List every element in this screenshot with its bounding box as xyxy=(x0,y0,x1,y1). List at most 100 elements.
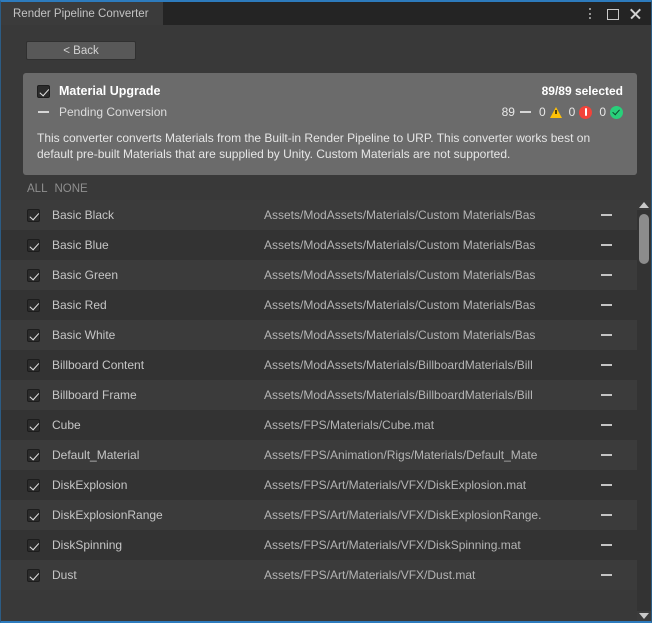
list-item-status xyxy=(599,334,613,336)
tab-render-pipeline-converter[interactable]: Render Pipeline Converter xyxy=(1,2,164,25)
list-item-path: Assets/ModAssets/Materials/Custom Materi… xyxy=(264,208,599,222)
list-item-path: Assets/ModAssets/Materials/Custom Materi… xyxy=(264,268,599,282)
list-item[interactable]: DiskExplosionAssets/FPS/Art/Materials/VF… xyxy=(1,470,637,500)
list-item-path: Assets/ModAssets/Materials/BillboardMate… xyxy=(264,388,599,402)
material-list: Basic BlackAssets/ModAssets/Materials/Cu… xyxy=(1,200,637,621)
title-bar: Render Pipeline Converter xyxy=(1,2,651,25)
list-item-status xyxy=(599,424,613,426)
list-item[interactable]: Default_MaterialAssets/FPS/Animation/Rig… xyxy=(1,440,637,470)
selection-links: ALL NONE xyxy=(1,175,651,200)
list-item-checkbox[interactable] xyxy=(27,569,40,582)
converter-title-group: Material Upgrade xyxy=(37,84,160,98)
list-item-checkbox[interactable] xyxy=(27,389,40,402)
list-item-name: Cube xyxy=(52,418,264,432)
warning-triangle-icon xyxy=(550,107,562,118)
pending-dash-icon xyxy=(601,574,612,576)
list-item[interactable]: CubeAssets/FPS/Materials/Cube.mat xyxy=(1,410,637,440)
list-item-checkbox[interactable] xyxy=(27,209,40,222)
list-item-name: Basic Black xyxy=(52,208,264,222)
material-list-wrap: Basic BlackAssets/ModAssets/Materials/Cu… xyxy=(1,200,651,621)
list-item-checkbox[interactable] xyxy=(27,419,40,432)
scrollbar-thumb[interactable] xyxy=(639,214,649,264)
list-item-name: Billboard Content xyxy=(52,358,264,372)
list-item-path: Assets/FPS/Art/Materials/VFX/Dust.mat xyxy=(264,568,599,582)
list-item[interactable]: Billboard FrameAssets/ModAssets/Material… xyxy=(1,380,637,410)
select-all-link[interactable]: ALL xyxy=(27,183,47,195)
list-item-name: DiskExplosion xyxy=(52,478,264,492)
pending-dash-icon xyxy=(601,514,612,516)
list-item[interactable]: Basic BlueAssets/ModAssets/Materials/Cus… xyxy=(1,230,637,260)
pending-status-icon xyxy=(520,111,531,113)
pending-dash-icon xyxy=(601,214,612,216)
list-item-path: Assets/FPS/Animation/Rigs/Materials/Defa… xyxy=(264,448,599,462)
pending-dash-icon xyxy=(601,424,612,426)
converter-panel: Material Upgrade 89/89 selected Pending … xyxy=(23,73,637,175)
list-item-status xyxy=(599,544,613,546)
list-item[interactable]: Basic WhiteAssets/ModAssets/Materials/Cu… xyxy=(1,320,637,350)
success-check-icon xyxy=(610,106,623,119)
list-item-name: Basic Red xyxy=(52,298,264,312)
list-item[interactable]: Basic BlackAssets/ModAssets/Materials/Cu… xyxy=(1,200,637,230)
render-pipeline-converter-window: Render Pipeline Converter < Back Materia… xyxy=(0,0,652,623)
list-item[interactable]: DiskExplosionRangeAssets/FPS/Art/Materia… xyxy=(1,500,637,530)
list-item-status xyxy=(599,394,613,396)
pending-dash-icon xyxy=(601,244,612,246)
back-button[interactable]: < Back xyxy=(26,41,136,60)
list-item-checkbox[interactable] xyxy=(27,269,40,282)
scroll-down-arrow-icon[interactable] xyxy=(639,613,649,619)
list-item-checkbox[interactable] xyxy=(27,479,40,492)
list-item[interactable]: Basic GreenAssets/ModAssets/Materials/Cu… xyxy=(1,260,637,290)
status-warning: 0 xyxy=(539,105,562,119)
list-item[interactable]: DiskSpinningAssets/FPS/Art/Materials/VFX… xyxy=(1,530,637,560)
list-item-status xyxy=(599,304,613,306)
pending-dash-icon xyxy=(601,394,612,396)
list-item-name: Dust xyxy=(52,568,264,582)
selected-count-label: 89/89 selected xyxy=(542,84,623,98)
window-body: < Back Material Upgrade 89/89 selected P… xyxy=(1,25,651,621)
list-item[interactable]: Basic RedAssets/ModAssets/Materials/Cust… xyxy=(1,290,637,320)
list-item-name: Default_Material xyxy=(52,448,264,462)
list-item-name: DiskExplosionRange xyxy=(52,508,264,522)
list-item-path: Assets/FPS/Materials/Cube.mat xyxy=(264,418,599,432)
list-item-name: Basic Green xyxy=(52,268,264,282)
scroll-up-arrow-icon[interactable] xyxy=(639,202,649,208)
converter-header-row: Material Upgrade 89/89 selected xyxy=(37,84,623,98)
list-item-checkbox[interactable] xyxy=(27,329,40,342)
converter-description: This converter converts Materials from t… xyxy=(37,130,617,162)
list-item-path: Assets/FPS/Art/Materials/VFX/DiskSpinnin… xyxy=(264,538,599,552)
scrollbar-track[interactable] xyxy=(637,210,651,611)
tab-label: Render Pipeline Converter xyxy=(13,8,149,20)
pending-dash-icon xyxy=(601,274,612,276)
list-item[interactable]: DustAssets/FPS/Art/Materials/VFX/Dust.ma… xyxy=(1,560,637,590)
converter-title: Material Upgrade xyxy=(59,84,160,98)
list-item[interactable]: Billboard ContentAssets/ModAssets/Materi… xyxy=(1,350,637,380)
pending-dash-icon xyxy=(601,304,612,306)
pending-dash-icon xyxy=(601,484,612,486)
list-item-checkbox[interactable] xyxy=(27,509,40,522)
list-item-checkbox[interactable] xyxy=(27,299,40,312)
list-item-path: Assets/ModAssets/Materials/Custom Materi… xyxy=(264,298,599,312)
more-options-icon[interactable] xyxy=(583,6,596,21)
list-item-name: DiskSpinning xyxy=(52,538,264,552)
list-item-status xyxy=(599,574,613,576)
pending-dash-icon xyxy=(601,364,612,366)
list-item-status xyxy=(599,454,613,456)
warning-count: 0 xyxy=(539,105,546,119)
list-item-checkbox[interactable] xyxy=(27,449,40,462)
material-upgrade-checkbox[interactable] xyxy=(37,85,50,98)
pending-label-group: Pending Conversion xyxy=(37,105,167,119)
status-error: 0 xyxy=(569,105,593,119)
maximize-icon[interactable] xyxy=(606,6,619,21)
list-item-checkbox[interactable] xyxy=(27,239,40,252)
list-item-path: Assets/FPS/Art/Materials/VFX/DiskExplosi… xyxy=(264,478,599,492)
pending-conversion-label: Pending Conversion xyxy=(59,105,167,119)
list-item-checkbox[interactable] xyxy=(27,359,40,372)
select-none-link[interactable]: NONE xyxy=(54,183,87,195)
list-item-status xyxy=(599,214,613,216)
error-count: 0 xyxy=(569,105,576,119)
close-icon[interactable] xyxy=(629,6,642,21)
list-item-status xyxy=(599,364,613,366)
back-row: < Back xyxy=(1,25,651,73)
list-scrollbar[interactable] xyxy=(637,200,651,621)
list-item-checkbox[interactable] xyxy=(27,539,40,552)
